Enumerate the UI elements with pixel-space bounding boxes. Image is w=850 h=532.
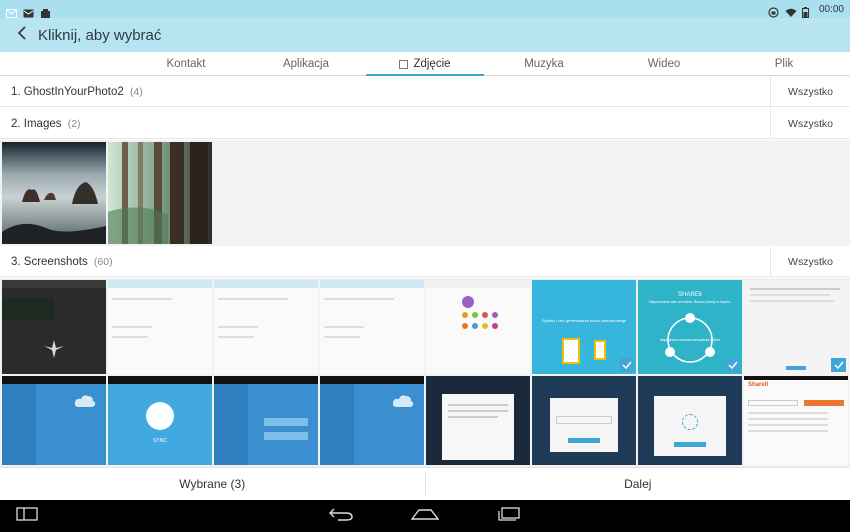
- home-icon: [410, 507, 440, 525]
- screenshot-thumbnail-selected[interactable]: Szybko i bez generowania ruchu interneto…: [532, 280, 636, 374]
- group-count: (2): [67, 117, 81, 130]
- screenshot-thumbnail[interactable]: [320, 280, 424, 374]
- screenshots-grid: Szybko i bez generowania ruchu interneto…: [0, 278, 850, 467]
- action-bar: Wybrane (3) Dalej: [0, 467, 850, 500]
- images-grid: [0, 140, 850, 246]
- screenshot-thumbnail[interactable]: SYNC: [108, 376, 212, 465]
- back-button[interactable]: [12, 23, 32, 47]
- group-count: (60): [93, 255, 113, 268]
- select-all-checkbox-icon[interactable]: [399, 59, 409, 69]
- menu-button[interactable]: [12, 506, 42, 526]
- tab-file[interactable]: Plik: [724, 52, 844, 76]
- status-right: 00:00: [768, 3, 844, 18]
- screenshot-thumbnail[interactable]: [214, 376, 318, 465]
- status-left: [6, 5, 51, 18]
- group-title: 2. Images (2): [0, 118, 770, 130]
- shareit-title: SHAREit: [678, 292, 702, 298]
- next-button[interactable]: Dalej: [426, 468, 850, 500]
- tab-label: Plik: [774, 58, 794, 70]
- screenshot-thumbnail[interactable]: [2, 280, 106, 374]
- screenshot-thumbnail[interactable]: [426, 376, 530, 465]
- tab-label: Aplikacja: [282, 58, 330, 70]
- back-nav-icon: [328, 507, 354, 526]
- screenshot-thumbnail[interactable]: [426, 280, 530, 374]
- screenshot-thumbnail-selected[interactable]: SHAREit Niepotrzebna sieć ani kable. Bar…: [638, 280, 742, 374]
- photo-thumbnail-forest[interactable]: [108, 142, 212, 244]
- group-ghostinyourphoto[interactable]: 1. GhostInYourPhoto2 (4) Wszystko: [0, 76, 850, 107]
- app-notification-icon: [40, 5, 51, 18]
- tab-music[interactable]: Muzyka: [484, 52, 604, 76]
- mail-icon: [23, 5, 34, 17]
- tab-video[interactable]: Wideo: [604, 52, 724, 76]
- home-button[interactable]: [410, 506, 440, 526]
- group-images[interactable]: 2. Images (2) Wszystko: [0, 108, 850, 139]
- group-name: 3. Screenshots: [11, 255, 88, 268]
- screenshot-thumbnail[interactable]: [638, 376, 742, 465]
- tab-contact[interactable]: Kontakt: [126, 52, 246, 76]
- screenshot-thumbnail[interactable]: [532, 376, 636, 465]
- sync-label: SYNC: [153, 438, 167, 444]
- tab-label: Kontakt: [166, 58, 206, 70]
- nav-back-button[interactable]: [326, 506, 356, 526]
- screenshot-thumbnail[interactable]: [320, 376, 424, 465]
- battery-icon: [801, 5, 813, 18]
- group-name: 2. Images: [11, 117, 62, 130]
- notification-icon: [6, 5, 17, 18]
- web-logo: ShareIt: [748, 382, 769, 388]
- active-tab-indicator: [366, 74, 484, 76]
- select-all-button[interactable]: Wszystko: [770, 246, 850, 277]
- group-title: 1. GhostInYourPhoto2 (4): [0, 86, 770, 98]
- recent-apps-icon: [497, 506, 521, 526]
- tab-label: Wideo: [647, 58, 681, 70]
- back-arrow-icon: [17, 25, 27, 45]
- tab-photos[interactable]: Zdjęcie: [366, 52, 484, 76]
- screenshot-thumbnail-selected[interactable]: [744, 280, 848, 374]
- page-title: Kliknij, aby wybrać: [38, 26, 162, 44]
- status-bar: 00:00: [0, 0, 850, 18]
- title-bar: Kliknij, aby wybrać: [0, 18, 850, 52]
- shareit-caption: Niepotrzebna sieć ani kable. Bardzo pros…: [649, 300, 731, 304]
- tab-label: Zdjęcie: [413, 58, 451, 70]
- category-tabs: Kontakt Aplikacja Zdjęcie Muzyka Wideo P…: [0, 52, 850, 76]
- select-all-button[interactable]: Wszystko: [770, 76, 850, 107]
- group-screenshots[interactable]: 3. Screenshots (60) Wszystko: [0, 246, 850, 277]
- shareit-connect-text: Najszybsza metoda przesyłania plików: [660, 338, 720, 342]
- selected-button[interactable]: Wybrane (3): [0, 468, 425, 500]
- system-nav-bar: [0, 500, 850, 532]
- photo-thumbnail-lake[interactable]: [2, 142, 106, 244]
- selected-check-icon: [725, 358, 740, 372]
- shareit-message: Szybko i bez generowania ruchu interneto…: [541, 318, 627, 323]
- select-all-button[interactable]: Wszystko: [770, 108, 850, 139]
- screenshot-thumbnail[interactable]: ShareIt: [744, 376, 848, 465]
- selected-check-icon: [619, 358, 634, 372]
- rotation-lock-icon: [768, 5, 779, 18]
- screenshot-thumbnail[interactable]: [2, 376, 106, 465]
- recent-apps-button[interactable]: [494, 506, 524, 526]
- group-name: 1. GhostInYourPhoto2: [11, 85, 124, 98]
- screenshot-thumbnail[interactable]: [214, 280, 318, 374]
- group-count: (4): [129, 85, 143, 98]
- menu-icon: [16, 506, 38, 526]
- status-time: 00:00: [818, 3, 844, 15]
- selected-check-icon: [831, 358, 846, 372]
- wifi-icon: [785, 5, 797, 17]
- tab-apps[interactable]: Aplikacja: [246, 52, 366, 76]
- group-title: 3. Screenshots (60): [0, 256, 770, 268]
- app-root: 00:00 Kliknij, aby wybrać Kontakt Aplika…: [0, 0, 850, 532]
- tab-label: Muzyka: [524, 58, 564, 70]
- screenshot-thumbnail[interactable]: [108, 280, 212, 374]
